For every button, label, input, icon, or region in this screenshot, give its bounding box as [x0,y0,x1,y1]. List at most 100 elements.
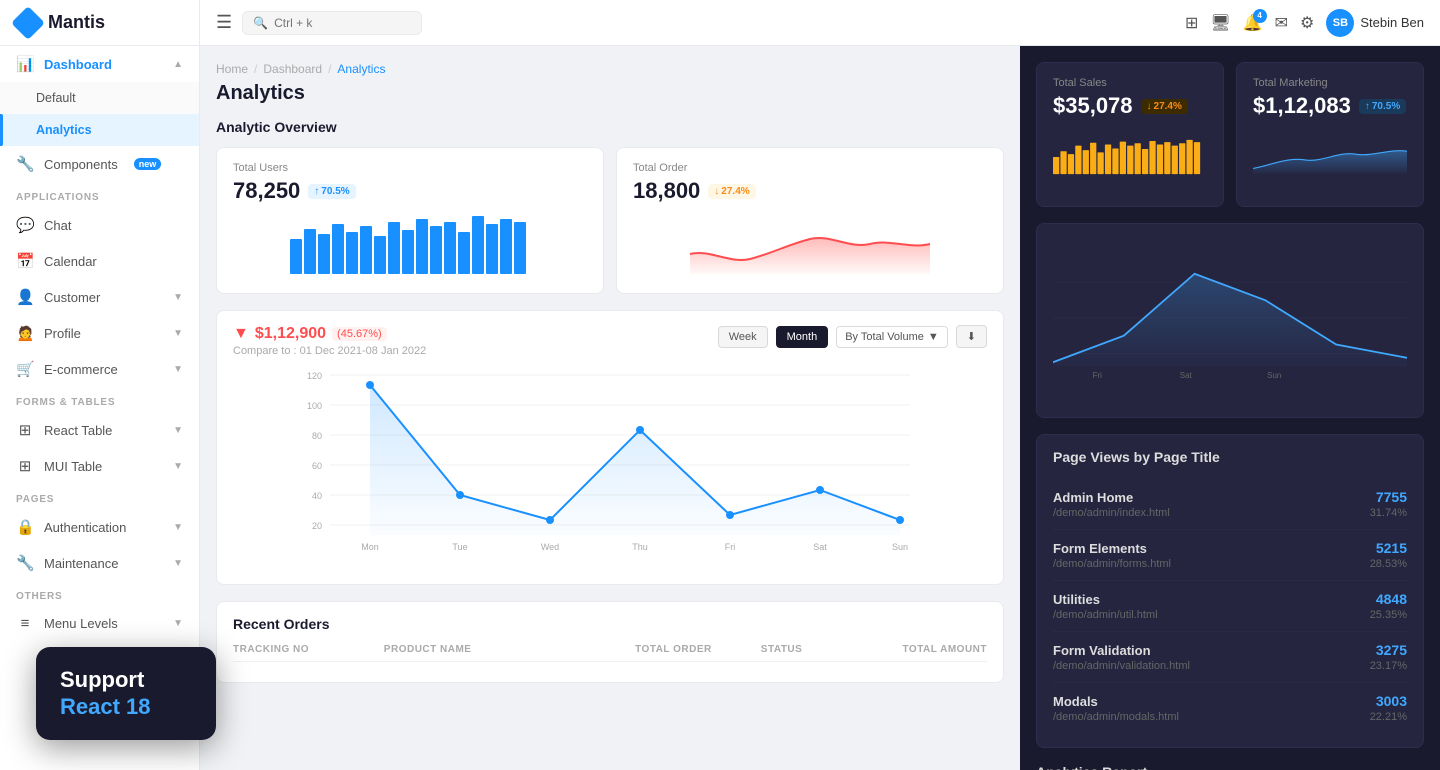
chat-icon: 💬 [16,216,34,234]
arrow-down-icon: ↓ [714,186,719,197]
sidebar-item-ecommerce[interactable]: 🛒 E-commerce ▼ [0,351,199,387]
chevron-down-icon: ▼ [173,618,183,629]
page-view-url-3: /demo/admin/validation.html [1053,660,1190,672]
svg-text:Fri: Fri [1093,371,1103,380]
income-header: ▼ $1,12,900 (45.67%) Compare to : 01 Dec… [233,325,987,357]
sidebar-item-label: Profile [44,326,81,341]
col-product: PRODUCT NAME [384,644,635,655]
page-views-title: Page Views by Page Title [1053,449,1407,465]
stat-cards-light: Total Users 78,250 ↑ 70.5% [216,147,1004,294]
svg-text:Fri: Fri [725,542,736,552]
svg-text:Mon: Mon [361,542,379,552]
dark-stat-card-marketing: Total Marketing $1,12,083 ↑ 70.5% [1236,62,1424,207]
dark-stat-card-sales: Total Sales $35,078 ↓ 27.4% [1036,62,1224,207]
search-input[interactable] [274,16,411,30]
col-total-order: TOTAL ORDER [635,644,761,655]
page-view-item-4: Modals /demo/admin/modals.html 3003 22.2… [1053,683,1407,733]
week-button[interactable]: Week [718,326,768,348]
sidebar-item-label: Authentication [44,520,126,535]
dark-stat-label-marketing: Total Marketing [1253,77,1407,89]
dark-stat-badge-sales: ↓ 27.4% [1141,99,1188,114]
recent-orders-card: Recent Orders TRACKING NO PRODUCT NAME T… [216,601,1004,683]
stat-value-row-orders: 18,800 ↓ 27.4% [633,178,987,204]
stat-label-users: Total Users [233,162,587,174]
topbar-right: ⊞ 🖥 🔔 4 ✉ ⚙ SB Stebin Ben [1185,9,1424,37]
notification-count: 4 [1253,9,1267,23]
mui-table-icon: ⊞ [16,457,34,475]
volume-select[interactable]: By Total Volume ▼ [836,326,948,348]
sidebar-item-label: Analytics [36,123,92,137]
income-compare: Compare to : 01 Dec 2021-08 Jan 2022 [233,345,426,357]
dark-stat-label-sales: Total Sales [1053,77,1207,89]
income-down-icon: ▼ [233,325,249,343]
settings-icon[interactable]: ⚙ [1300,13,1314,33]
menu-levels-icon: ≡ [16,615,34,632]
income-value-row: ▼ $1,12,900 (45.67%) [233,325,426,343]
download-button[interactable]: ⬇ [956,325,987,348]
support-react-popup[interactable]: Support React 18 [36,647,216,740]
sidebar-item-calendar[interactable]: 📅 Calendar [0,243,199,279]
mail-icon[interactable]: ✉ [1275,13,1288,33]
sidebar-item-analytics[interactable]: Analytics [0,114,199,146]
content-left: Home / Dashboard / Analytics Analytics A… [200,46,1020,770]
content-right: Total Sales $35,078 ↓ 27.4% [1020,46,1440,770]
logo-text: Mantis [48,12,105,33]
chevron-down-icon: ▼ [173,328,183,339]
breadcrumb: Home / Dashboard / Analytics [216,62,1004,76]
new-badge: new [134,158,162,170]
sidebar-item-maintenance[interactable]: 🔧 Maintenance ▼ [0,545,199,581]
dark-stat-value-marketing: $1,12,083 [1253,93,1351,119]
stat-card-orders: Total Order 18,800 ↓ 27.4% [616,147,1004,294]
col-tracking: TRACKING NO [233,644,384,655]
sidebar-item-components[interactable]: 🔧 Components new [0,146,199,182]
svg-text:100: 100 [307,401,322,411]
stat-value-row-users: 78,250 ↑ 70.5% [233,178,587,204]
income-amount: $1,12,900 [255,325,326,343]
stat-value-users: 78,250 [233,178,300,204]
sidebar-item-authentication[interactable]: 🔒 Authentication ▼ [0,509,199,545]
income-overview-card: ▼ $1,12,900 (45.67%) Compare to : 01 Dec… [216,310,1004,585]
sidebar-item-react-table[interactable]: ⊞ React Table ▼ [0,412,199,448]
react-table-icon: ⊞ [16,421,34,439]
svg-text:Sun: Sun [892,542,908,552]
sidebar-item-customer[interactable]: 👤 Customer ▼ [0,279,199,315]
chevron-down-icon: ▼ [173,558,183,569]
sidebar-item-mui-table[interactable]: ⊞ MUI Table ▼ [0,448,199,484]
arrow-up-icon: ↑ [314,186,319,197]
breadcrumb-current: Analytics [337,62,385,76]
svg-text:40: 40 [312,491,322,501]
sidebar-item-menu-levels[interactable]: ≡ Menu Levels ▼ [0,606,199,641]
sidebar-item-profile[interactable]: 🙍 Profile ▼ [0,315,199,351]
stat-label-orders: Total Order [633,162,987,174]
sidebar-item-dashboard[interactable]: 📊 Dashboard ▲ [0,46,199,82]
page-view-item-3: Form Validation /demo/admin/validation.h… [1053,632,1407,683]
page-views-card: Page Views by Page Title Admin Home /dem… [1036,434,1424,748]
svg-text:Sat: Sat [813,542,827,552]
menu-toggle-icon[interactable]: ☰ [216,12,232,33]
svg-text:Sun: Sun [1267,371,1281,380]
page-view-count-0: 7755 [1370,489,1407,505]
page-view-item-2: Utilities /demo/admin/util.html 4848 25.… [1053,581,1407,632]
month-button[interactable]: Month [776,326,829,348]
sidebar-item-chat[interactable]: 💬 Chat [0,207,199,243]
avatar-name: Stebin Ben [1360,15,1424,30]
breadcrumb-dashboard[interactable]: Dashboard [263,62,322,76]
breadcrumb-home[interactable]: Home [216,62,248,76]
search-box[interactable]: 🔍 [242,11,422,35]
sidebar-item-label: Calendar [44,254,97,269]
sidebar-item-label: Menu Levels [44,616,118,631]
monitor-icon[interactable]: 🖥 [1210,13,1230,33]
sidebar-item-label: Customer [44,290,100,305]
user-avatar[interactable]: SB Stebin Ben [1326,9,1424,37]
calendar-icon: 📅 [16,252,34,270]
table-header: TRACKING NO PRODUCT NAME TOTAL ORDER STA… [233,644,987,662]
chevron-down-icon: ▼ [173,292,183,303]
sidebar-item-default[interactable]: Default [0,82,199,114]
sidebar-item-label: React Table [44,423,112,438]
svg-text:120: 120 [307,371,322,381]
logo-icon [11,6,45,40]
grid-icon[interactable]: ⊞ [1185,13,1198,33]
notification-icon[interactable]: 🔔 4 [1243,13,1263,33]
page-view-pct-1: 28.53% [1370,558,1407,570]
page-view-pct-2: 25.35% [1370,609,1407,621]
